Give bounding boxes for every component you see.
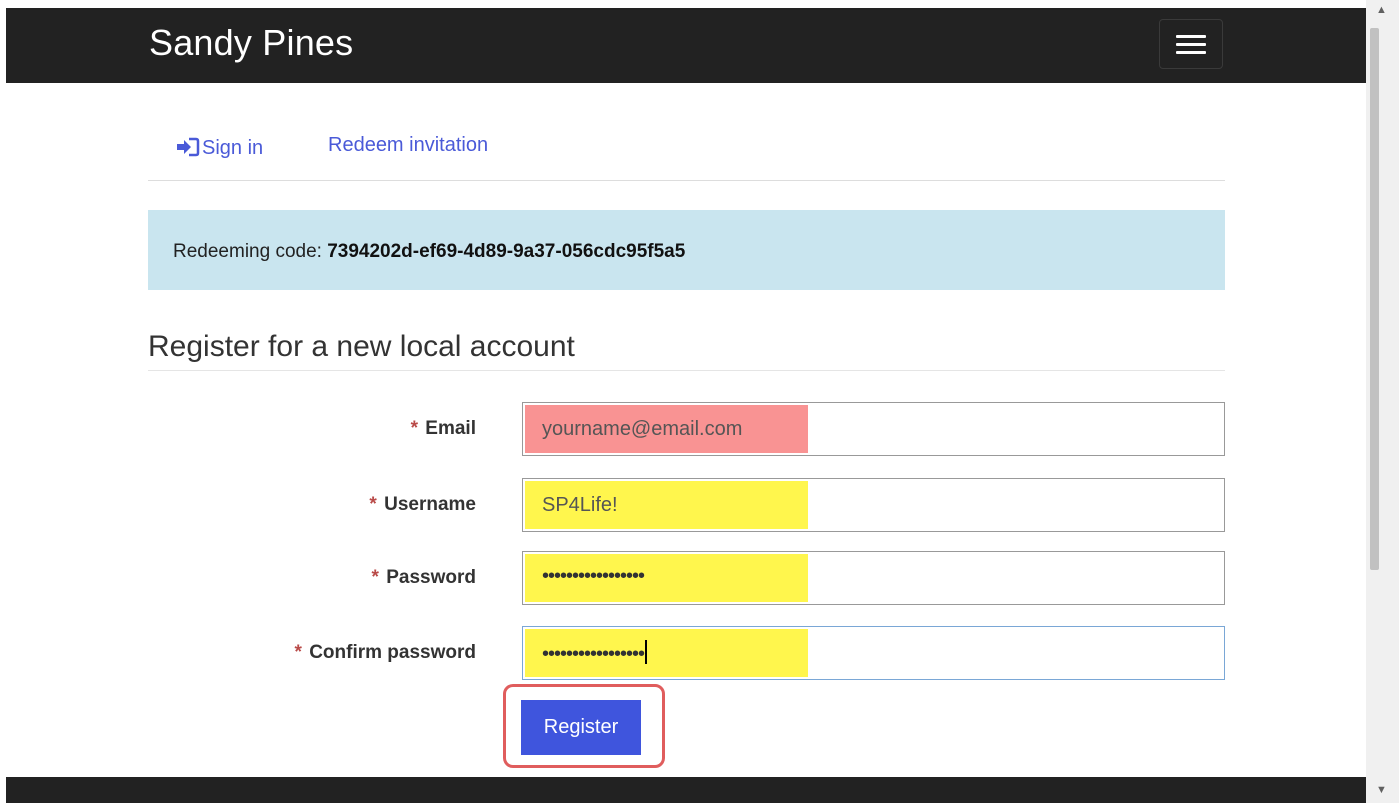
confirm-password-field[interactable]: ••••••••••••••••• [522, 626, 1225, 680]
top-navbar: Sandy Pines [6, 8, 1366, 83]
confirm-password-value: ••••••••••••••••• [542, 640, 648, 666]
email-row: * Email yourname@email.com [148, 402, 1225, 456]
tab-sign-in[interactable]: Sign in [176, 137, 263, 163]
invitation-code: 7394202d-ef69-4d89-9a37-056cdc95f5a5 [327, 241, 686, 262]
scroll-down-arrow-icon[interactable]: ▼ [1376, 784, 1387, 796]
page-title: Register for a new local account [148, 330, 1225, 371]
confirm-password-row: * Confirm password ••••••••••••••••• [148, 626, 1225, 680]
confirm-password-label: * Confirm password [294, 642, 477, 663]
tab-redeem-invitation[interactable]: Redeem invitation [328, 134, 488, 157]
username-label: * Username [369, 494, 476, 515]
vertical-scrollbar[interactable]: ▲ ▼ [1366, 0, 1399, 803]
account-tabs: Sign in Redeem invitation [148, 120, 1225, 181]
password-value: ••••••••••••••••• [542, 565, 645, 587]
alert-prefix: Redeeming code: [173, 241, 328, 262]
email-value: yourname@email.com [542, 418, 743, 440]
register-button[interactable]: Register [521, 700, 641, 755]
sign-in-icon [176, 137, 200, 163]
redeem-code-alert: Redeeming code: 7394202d-ef69-4d89-9a37-… [148, 210, 1225, 290]
brand-logo[interactable]: Sandy Pines [149, 22, 353, 64]
alert-message: Redeeming code: 7394202d-ef69-4d89-9a37-… [173, 241, 685, 263]
page-footer [6, 777, 1366, 803]
tab-sign-in-label: Sign in [202, 137, 264, 159]
username-row: * Username SP4Life! [148, 478, 1225, 532]
scroll-up-arrow-icon[interactable]: ▲ [1376, 4, 1387, 16]
email-field[interactable]: yourname@email.com [522, 402, 1225, 456]
username-value: SP4Life! [542, 494, 618, 516]
text-caret [645, 640, 648, 664]
password-label: * Password [371, 567, 476, 588]
scrollbar-thumb[interactable] [1370, 28, 1379, 570]
password-row: * Password ••••••••••••••••• [148, 551, 1225, 605]
username-field[interactable]: SP4Life! [522, 478, 1225, 532]
password-field[interactable]: ••••••••••••••••• [522, 551, 1225, 605]
email-label: * Email [410, 418, 476, 439]
hamburger-menu-icon[interactable] [1159, 19, 1223, 69]
